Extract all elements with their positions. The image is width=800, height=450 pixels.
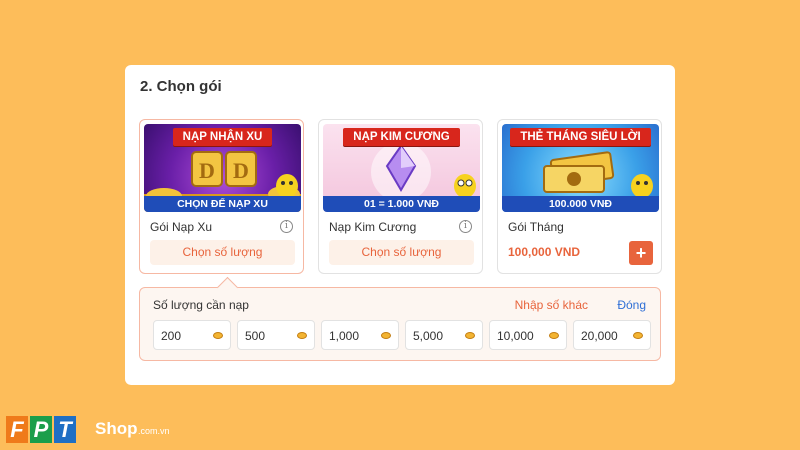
logo-shop-text: Shop [95, 419, 138, 438]
quantity-option[interactable]: 200 [153, 320, 231, 350]
logo-domain-text: .com.vn [138, 426, 170, 436]
monthly-caption: 100.000 VNĐ [502, 196, 659, 212]
diamond-caption: 01 = 1.000 VNĐ [323, 196, 480, 212]
quantity-panel: Số lượng cần nạp Nhập số khác Đóng 200 5… [139, 287, 661, 361]
logo-letter: P [30, 416, 52, 443]
info-icon[interactable]: i [459, 220, 472, 233]
choose-quantity-button[interactable]: Chọn số lượng [329, 240, 474, 265]
coin-icon [549, 332, 559, 339]
coin-icon [465, 332, 475, 339]
coin-banner: NẠP NHẬN XU [172, 128, 273, 146]
logo-letter: F [6, 416, 28, 443]
svg-text:D: D [199, 158, 215, 183]
quantity-option[interactable]: 5,000 [405, 320, 483, 350]
coin-icon [381, 332, 391, 339]
quantity-value: 200 [161, 329, 182, 343]
coin-icon [633, 332, 643, 339]
card-name: Gói Tháng [508, 220, 564, 234]
svg-text:D: D [233, 158, 249, 183]
monthly-package-image: THẺ THÁNG SIÊU LỜI 100.000 VNĐ [502, 124, 659, 212]
diamond-package-image: NẠP KIM CƯƠNG 01 = 1.000 VNĐ [323, 124, 480, 212]
card-name: Gói Nạp Xu [150, 220, 213, 234]
package-card-diamond[interactable]: NẠP KIM CƯƠNG 01 = 1.000 VNĐ Nạp Kim Cươ… [318, 119, 483, 274]
enter-other-amount-link[interactable]: Nhập số khác [515, 298, 588, 312]
card-name: Nạp Kim Cương [329, 220, 417, 234]
quantity-value: 500 [245, 329, 266, 343]
choose-package-panel: 2. Chọn gói D D NẠP NHẬN XU CHỌN ĐỂ NẠP … [125, 65, 675, 385]
quantity-option[interactable]: 500 [237, 320, 315, 350]
diamond-banner: NẠP KIM CƯƠNG [343, 128, 460, 146]
choose-quantity-button[interactable]: Chọn số lượng [150, 240, 295, 265]
quantity-value: 1,000 [329, 329, 360, 343]
quantity-value: 20,000 [581, 329, 618, 343]
quantity-option[interactable]: 10,000 [489, 320, 567, 350]
logo-letter: T [54, 416, 76, 443]
coin-package-image: D D NẠP NHẬN XU CHỌN ĐỂ NẠP XU [144, 124, 301, 212]
add-button[interactable]: + [629, 241, 653, 265]
coin-icon [297, 332, 307, 339]
quantity-value: 10,000 [497, 329, 534, 343]
close-link[interactable]: Đóng [617, 298, 646, 312]
coin-caption: CHỌN ĐỂ NẠP XU [144, 196, 301, 212]
coin-icon [213, 332, 223, 339]
quantity-value: 5,000 [413, 329, 444, 343]
package-card-coin[interactable]: D D NẠP NHẬN XU CHỌN ĐỂ NẠP XU Gói Nạp X… [139, 119, 304, 274]
package-card-monthly[interactable]: THẺ THÁNG SIÊU LỜI 100.000 VNĐ Gói Tháng… [497, 119, 662, 274]
monthly-banner: THẺ THÁNG SIÊU LỜI [510, 128, 651, 146]
quantity-option[interactable]: 1,000 [321, 320, 399, 350]
quantity-label: Số lượng cần nạp [153, 298, 249, 312]
section-title: 2. Chọn gói [140, 78, 222, 95]
quantity-option[interactable]: 20,000 [573, 320, 651, 350]
info-icon[interactable]: i [280, 220, 293, 233]
monthly-price: 100,000 VND [508, 245, 581, 259]
